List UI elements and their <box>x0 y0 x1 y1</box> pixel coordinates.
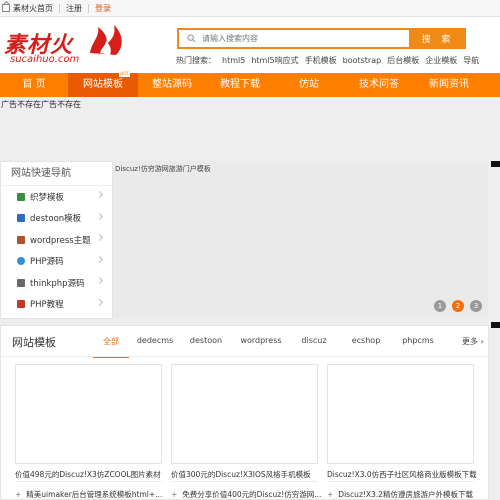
quick-nav-item[interactable]: wordpress主题 <box>1 229 112 251</box>
section-title: 网站模板 <box>12 336 56 349</box>
chevron-right-icon <box>95 276 104 285</box>
nav-news[interactable]: 新闻资讯 <box>414 73 484 97</box>
logo-domain: sucaihuo.com <box>10 54 80 65</box>
template-card-title[interactable]: Discuz!X3.0仿西子社区风格商业版模板下载 <box>327 469 477 480</box>
book-icon <box>17 235 25 244</box>
site-logo[interactable]: 素材火 sucaihuo.com <box>4 23 124 69</box>
book-icon <box>17 300 25 309</box>
quick-nav-label: thinkphp源码 <box>30 278 85 289</box>
tab-destoon[interactable]: destoon <box>181 336 231 352</box>
scroll-marker <box>491 161 500 167</box>
section-tabs: 全部 dedecms destoon wordpress discuz ecsh… <box>93 336 441 358</box>
hot-search-term[interactable]: html5响应式 <box>251 56 298 65</box>
tab-dedecms[interactable]: dedecms <box>129 336 181 352</box>
site-header: 素材火 sucaihuo.com 搜 索 热门搜索： html5 html5响应式手… <box>0 17 500 73</box>
chevron-right-icon <box>95 190 104 199</box>
quick-nav-item[interactable]: destoon模板 <box>1 208 112 230</box>
register-link[interactable]: 注册 <box>66 3 82 14</box>
hot-search-term[interactable]: 企业模板 <box>425 56 457 65</box>
chevron-right-icon <box>95 233 104 242</box>
tab-discuz[interactable]: discuz <box>291 336 337 352</box>
hot-search-term[interactable]: 手机模板 <box>305 56 337 65</box>
ad-placeholder: 广告不存在广告不存在 <box>1 100 81 109</box>
tab-phpcms[interactable]: phpcms <box>395 336 441 352</box>
hot-search-bar: 热门搜索： html5 html5响应式 手机模板 bootstrap 后台模板 企业模板导… <box>176 55 485 66</box>
card-divider <box>15 481 162 482</box>
pager-dot[interactable]: 1 <box>434 300 446 312</box>
divider <box>88 3 89 13</box>
card-divider <box>327 481 474 482</box>
chevron-right-icon <box>95 255 104 263</box>
quick-nav-label: wordpress主题 <box>30 235 91 246</box>
banner-pager: 1 2 3 <box>434 300 488 312</box>
quick-nav-item[interactable]: thinkphp源码 <box>1 272 112 294</box>
tab-wordpress[interactable]: wordpress <box>231 336 291 352</box>
hot-search-label: 热门搜索： <box>176 56 216 65</box>
quick-nav-title: 网站快速导航 <box>1 162 112 186</box>
banner-caption[interactable]: Discuz!仿穷游网旅游门户模板 <box>115 164 211 174</box>
search-button[interactable]: 搜 索 <box>410 28 466 49</box>
hot-search-term[interactable]: bootstrap <box>343 56 382 65</box>
nav-site-source[interactable]: 整站源码 <box>138 73 206 97</box>
monitor-icon <box>17 192 25 201</box>
quick-nav-panel: 网站快速导航 织梦模板 destoon模板 wordpress主题 PHP源码 … <box>0 161 113 319</box>
nav-qa[interactable]: 技术问答 <box>344 73 414 97</box>
quick-nav-item[interactable]: PHP教程 <box>1 294 112 316</box>
home-link[interactable]: 素材火首页 <box>13 3 53 14</box>
template-link[interactable]: Discuz!X3.2精仿遵房旅游户外模板下载 <box>327 489 473 500</box>
quick-nav-item[interactable]: PHP源码 <box>1 251 112 273</box>
login-link[interactable]: 登录 <box>95 3 111 14</box>
tab-ecshop[interactable]: ecshop <box>337 336 395 352</box>
home-icon <box>2 4 10 12</box>
template-card-title[interactable]: 价值498元的Discuz!X3仿ZCOOL图片素材 <box>15 469 161 480</box>
main-nav: 首 页 网站模板 整站源码 教程下载 仿站 技术问答 新闻资讯 <box>0 71 500 97</box>
divider <box>59 3 60 13</box>
search-icon <box>187 34 196 43</box>
nav-site-templates[interactable]: 网站模板 <box>68 71 138 97</box>
nav-home[interactable]: 首 页 <box>0 73 68 97</box>
more-label: 更多 <box>462 337 478 346</box>
template-link[interactable]: 精美uimaker后台管理系统模板html+... <box>15 489 162 500</box>
template-card-thumb[interactable] <box>171 364 318 464</box>
scroll-marker <box>491 322 500 328</box>
section-divider <box>1 356 488 357</box>
chevron-right-icon: › <box>478 337 484 346</box>
pen-icon <box>17 278 25 287</box>
pager-dot-active[interactable]: 2 <box>452 300 464 312</box>
monitor-icon <box>17 214 25 223</box>
pager-dot[interactable]: 3 <box>470 300 482 312</box>
template-link[interactable]: 免费分享价值400元的Discuz!仿穷游网... <box>171 489 321 500</box>
globe-icon <box>17 257 25 266</box>
template-card-title[interactable]: 价值300元的Discuz!X3IOS风格手机模板 <box>171 469 311 480</box>
nav-clone[interactable]: 仿站 <box>274 73 344 97</box>
more-link[interactable]: 更多 › <box>462 336 484 347</box>
top-bar: 素材火首页 注册 登录 <box>0 0 500 17</box>
flame-icon <box>90 25 122 55</box>
search-input[interactable] <box>202 34 392 43</box>
chevron-right-icon <box>95 298 104 306</box>
hot-search-term[interactable]: 后台模板 <box>387 56 419 65</box>
quick-nav-label: destoon模板 <box>30 214 82 225</box>
hot-search-term[interactable]: 导航 <box>463 56 479 65</box>
quick-nav-label: 织梦模板 <box>30 192 65 203</box>
template-card-thumb[interactable] <box>15 364 162 464</box>
quick-nav-label: PHP源码 <box>30 257 64 268</box>
tab-all[interactable]: 全部 <box>93 336 129 358</box>
nav-tutorials[interactable]: 教程下载 <box>206 73 274 97</box>
card-divider <box>171 481 318 482</box>
hot-search-term[interactable]: html5 <box>222 56 245 65</box>
quick-nav-label: PHP教程 <box>30 300 64 311</box>
search-box <box>177 28 411 49</box>
chevron-right-icon <box>95 212 104 220</box>
quick-nav-item[interactable]: 织梦模板 <box>1 186 112 208</box>
template-card-thumb[interactable] <box>327 364 474 464</box>
